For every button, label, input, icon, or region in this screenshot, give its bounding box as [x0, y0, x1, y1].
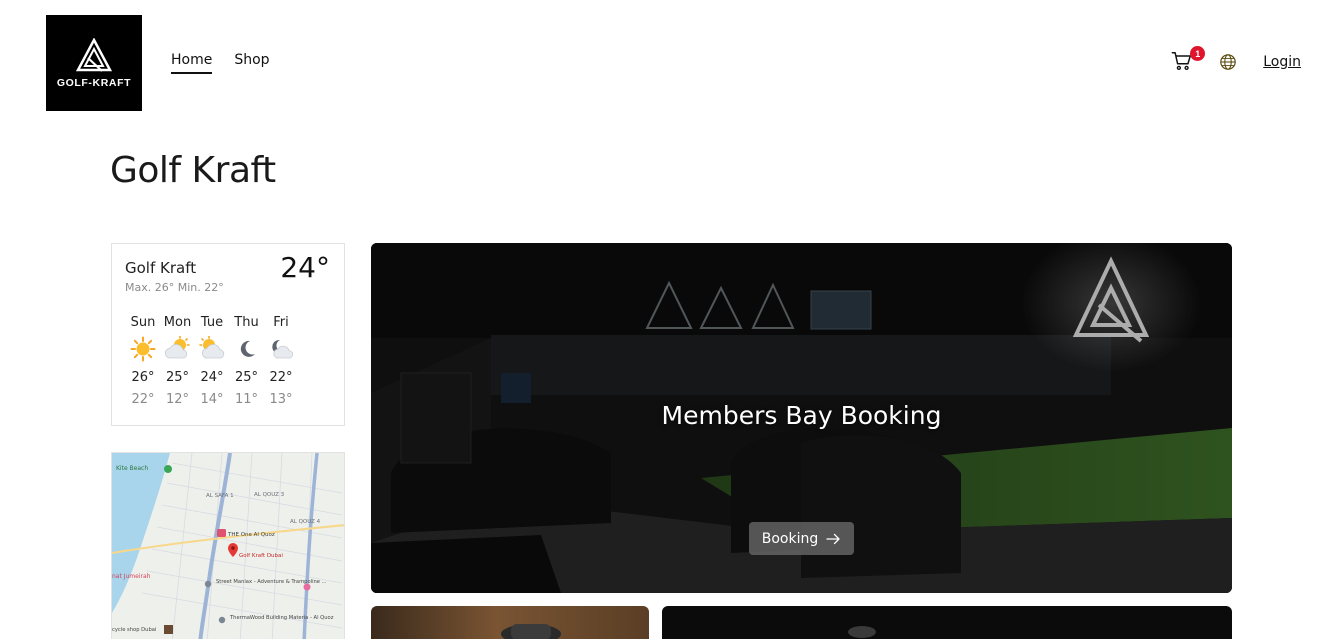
forecast-day: Mon 25° 12° [161, 315, 195, 407]
map-label-al-qouz-4: AL QOUZ 4 [290, 519, 321, 525]
forecast-day: Tue 24° 14° [195, 315, 229, 407]
golf-kraft-logo-mark-icon [75, 37, 113, 72]
partly-cloudy-icon [199, 336, 225, 359]
card-thumbnail[interactable] [662, 606, 1232, 639]
day-name: Tue [200, 315, 224, 330]
nav-shop[interactable]: Shop [234, 52, 269, 74]
day-low: 22° [131, 392, 155, 407]
map-label-street-maniax: Street Maniax - Adventure & Trampoline .… [216, 579, 327, 585]
forecast-day: Sun 26° 22° [126, 315, 160, 407]
cart-button[interactable]: 1 [1171, 46, 1206, 74]
forecast-day: Fri 22° 13° [264, 315, 298, 407]
login-link[interactable]: Login [1263, 54, 1301, 70]
map-label-golf-kraft: Golf Kraft Dubai [239, 553, 283, 559]
day-low: 14° [200, 392, 224, 407]
partly-cloudy-icon [164, 336, 190, 359]
map-label-kite-beach: Kite Beach [116, 465, 148, 472]
weather-current-temp: 24° [280, 251, 330, 284]
arrow-right-icon [826, 533, 840, 544]
forecast-day: Thu 25° 11° [230, 315, 264, 407]
page-title: Golf Kraft [110, 150, 276, 191]
hero-title: Members Bay Booking [661, 401, 942, 430]
cart-count-badge: 1 [1190, 46, 1206, 61]
map-label-jumeirah: nat Jumeirah [112, 573, 151, 580]
day-high: 24° [200, 370, 224, 385]
weather-widget: Golf Kraft Max. 26° Min. 22° 24° Sun 26°… [111, 243, 345, 426]
site-logo[interactable]: GOLF-KRAFT [46, 15, 142, 111]
location-map[interactable]: Kite Beach AL SAFA 1 AL QOUZ 3 AL QOUZ 4… [111, 452, 345, 639]
day-high: 26° [131, 370, 155, 385]
day-name: Mon [163, 315, 192, 330]
main-nav: Home Shop [171, 52, 270, 74]
park-marker-icon [164, 465, 172, 473]
forecast-days: Sun 26° 22° Mon 25° 12° Tue 24° 14° Thu … [126, 315, 299, 407]
day-name: Thu [234, 315, 259, 330]
day-name: Fri [273, 315, 289, 330]
day-name: Sun [130, 315, 156, 330]
cloudy-night-icon [272, 339, 293, 359]
sun-icon [130, 336, 156, 362]
map-label-al-qouz-3: AL QOUZ 3 [254, 492, 285, 498]
booking-button[interactable]: Booking [749, 522, 854, 555]
day-low: 13° [269, 392, 293, 407]
logo-text: GOLF-KRAFT [56, 76, 132, 89]
members-bay-hero[interactable]: Members Bay Booking Booking [371, 243, 1232, 593]
booking-button-label: Booking [761, 530, 819, 547]
card-thumbnail-image [848, 626, 876, 638]
map-label-bicycle-shop: cycle shop Dubai [112, 627, 156, 633]
moon-icon [240, 340, 255, 357]
header-actions: 1 Login [1171, 46, 1301, 74]
weather-minmax: Max. 26° Min. 22° [125, 281, 224, 294]
card-thumbnail-image [501, 624, 561, 639]
day-low: 12° [165, 392, 190, 407]
hotel-marker-icon [217, 529, 226, 537]
map-canvas: Kite Beach AL SAFA 1 AL QOUZ 3 AL QOUZ 4… [112, 453, 344, 639]
day-low: 11° [234, 392, 259, 407]
map-label-thermawood: ThermaWood Building Materia - Al Quoz [229, 615, 334, 621]
map-label-the-one: THE One Al Quoz [227, 532, 275, 538]
weather-location: Golf Kraft [125, 259, 197, 277]
day-high: 25° [234, 370, 259, 385]
map-label-al-safa: AL SAFA 1 [206, 493, 234, 499]
card-thumbnail[interactable] [371, 606, 649, 639]
globe-icon[interactable] [1219, 53, 1237, 71]
day-high: 25° [165, 370, 190, 385]
nav-home[interactable]: Home [171, 52, 213, 74]
day-high: 22° [269, 370, 293, 385]
